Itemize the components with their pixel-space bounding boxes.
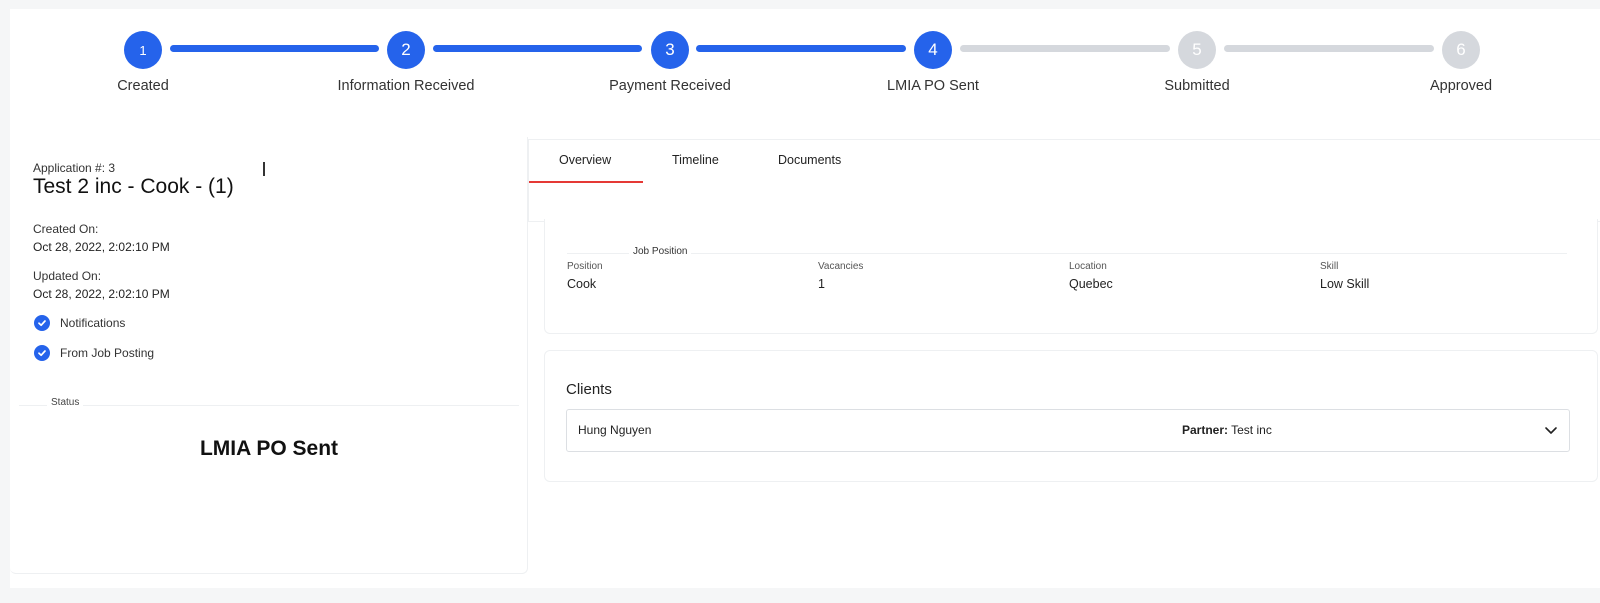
step-4-circle[interactable]: 4 — [914, 31, 952, 69]
job-field-value: Quebec — [1069, 277, 1113, 291]
job-field-location: Location Quebec — [1069, 261, 1113, 291]
job-position-card: Job Position Position Cook Vacancies 1 L… — [544, 219, 1598, 334]
from-job-posting-flag: From Job Posting — [34, 345, 154, 361]
job-field-vacancies: Vacancies 1 — [818, 261, 863, 291]
application-summary-card: Application #: 3 Test 2 inc - Cook - (1)… — [10, 137, 528, 574]
status-legend: Status — [47, 397, 84, 408]
job-field-position: Position Cook — [567, 261, 603, 291]
step-2-circle[interactable]: 2 — [387, 31, 425, 69]
check-circle-icon — [34, 345, 50, 361]
step-2-label: Information Received — [337, 78, 475, 94]
client-partner: Partner: Test inc — [1182, 423, 1272, 437]
step-6-circle[interactable]: 6 — [1442, 31, 1480, 69]
step-5-circle[interactable]: 5 — [1178, 31, 1216, 69]
clients-title: Clients — [566, 381, 612, 398]
stepper-connector-1-2 — [170, 45, 379, 52]
tab-overview[interactable]: Overview — [559, 153, 611, 167]
progress-stepper: 1 2 3 4 5 6 Created Information Received… — [0, 0, 1600, 120]
status-divider — [19, 405, 519, 406]
step-1-circle[interactable]: 1 — [124, 31, 162, 69]
step-4-label: LMIA PO Sent — [887, 78, 979, 94]
step-6-label: Approved — [1429, 78, 1493, 94]
updated-on-label: Updated On: — [33, 269, 102, 283]
job-field-label: Position — [567, 261, 603, 272]
active-tab-indicator — [529, 181, 643, 183]
from-job-posting-label: From Job Posting — [60, 346, 155, 360]
client-row[interactable]: Hung Nguyen Partner: Test inc — [566, 409, 1570, 452]
step-1-label: Created — [117, 78, 169, 94]
created-on-label: Created On: — [33, 222, 99, 236]
partner-value: Test inc — [1228, 423, 1272, 437]
text-cursor — [263, 162, 265, 176]
stepper-connector-4-5 — [960, 45, 1170, 52]
tab-documents[interactable]: Documents — [778, 153, 841, 167]
job-field-value: Cook — [567, 277, 597, 291]
step-3-label: Payment Received — [609, 78, 731, 94]
application-number: Application #: 3 — [33, 161, 116, 175]
stepper-connector-5-6 — [1224, 45, 1434, 52]
stepper-connector-3-4 — [696, 45, 906, 52]
client-name: Hung Nguyen — [578, 423, 652, 437]
tab-timeline[interactable]: Timeline — [672, 153, 719, 167]
job-field-value: 1 — [818, 277, 825, 291]
job-field-label: Location — [1069, 261, 1107, 272]
job-position-legend: Job Position — [629, 246, 692, 257]
job-field-value: Low Skill — [1320, 277, 1370, 291]
application-title: Test 2 inc - Cook - (1) — [33, 175, 234, 198]
step-3-circle[interactable]: 3 — [651, 31, 689, 69]
notifications-flag: Notifications — [34, 315, 125, 331]
notifications-label: Notifications — [60, 316, 126, 330]
detail-tabs: Overview Timeline Documents — [528, 139, 1600, 222]
job-position-divider — [567, 253, 1567, 254]
step-5-label: Submitted — [1164, 78, 1230, 94]
partner-label: Partner: — [1182, 423, 1229, 437]
updated-on-value: Oct 28, 2022, 2:02:10 PM — [33, 287, 170, 301]
clients-card: Clients Hung Nguyen Partner: Test inc — [544, 350, 1598, 482]
created-on-value: Oct 28, 2022, 2:02:10 PM — [33, 240, 170, 254]
job-field-label: Skill — [1320, 261, 1339, 272]
job-field-label: Vacancies — [818, 261, 864, 272]
stepper-connector-2-3 — [433, 45, 642, 52]
check-circle-icon — [34, 315, 50, 331]
status-value: LMIA PO Sent — [199, 437, 339, 460]
chevron-down-icon[interactable] — [1543, 422, 1559, 443]
job-field-skill: Skill Low Skill — [1320, 261, 1369, 291]
